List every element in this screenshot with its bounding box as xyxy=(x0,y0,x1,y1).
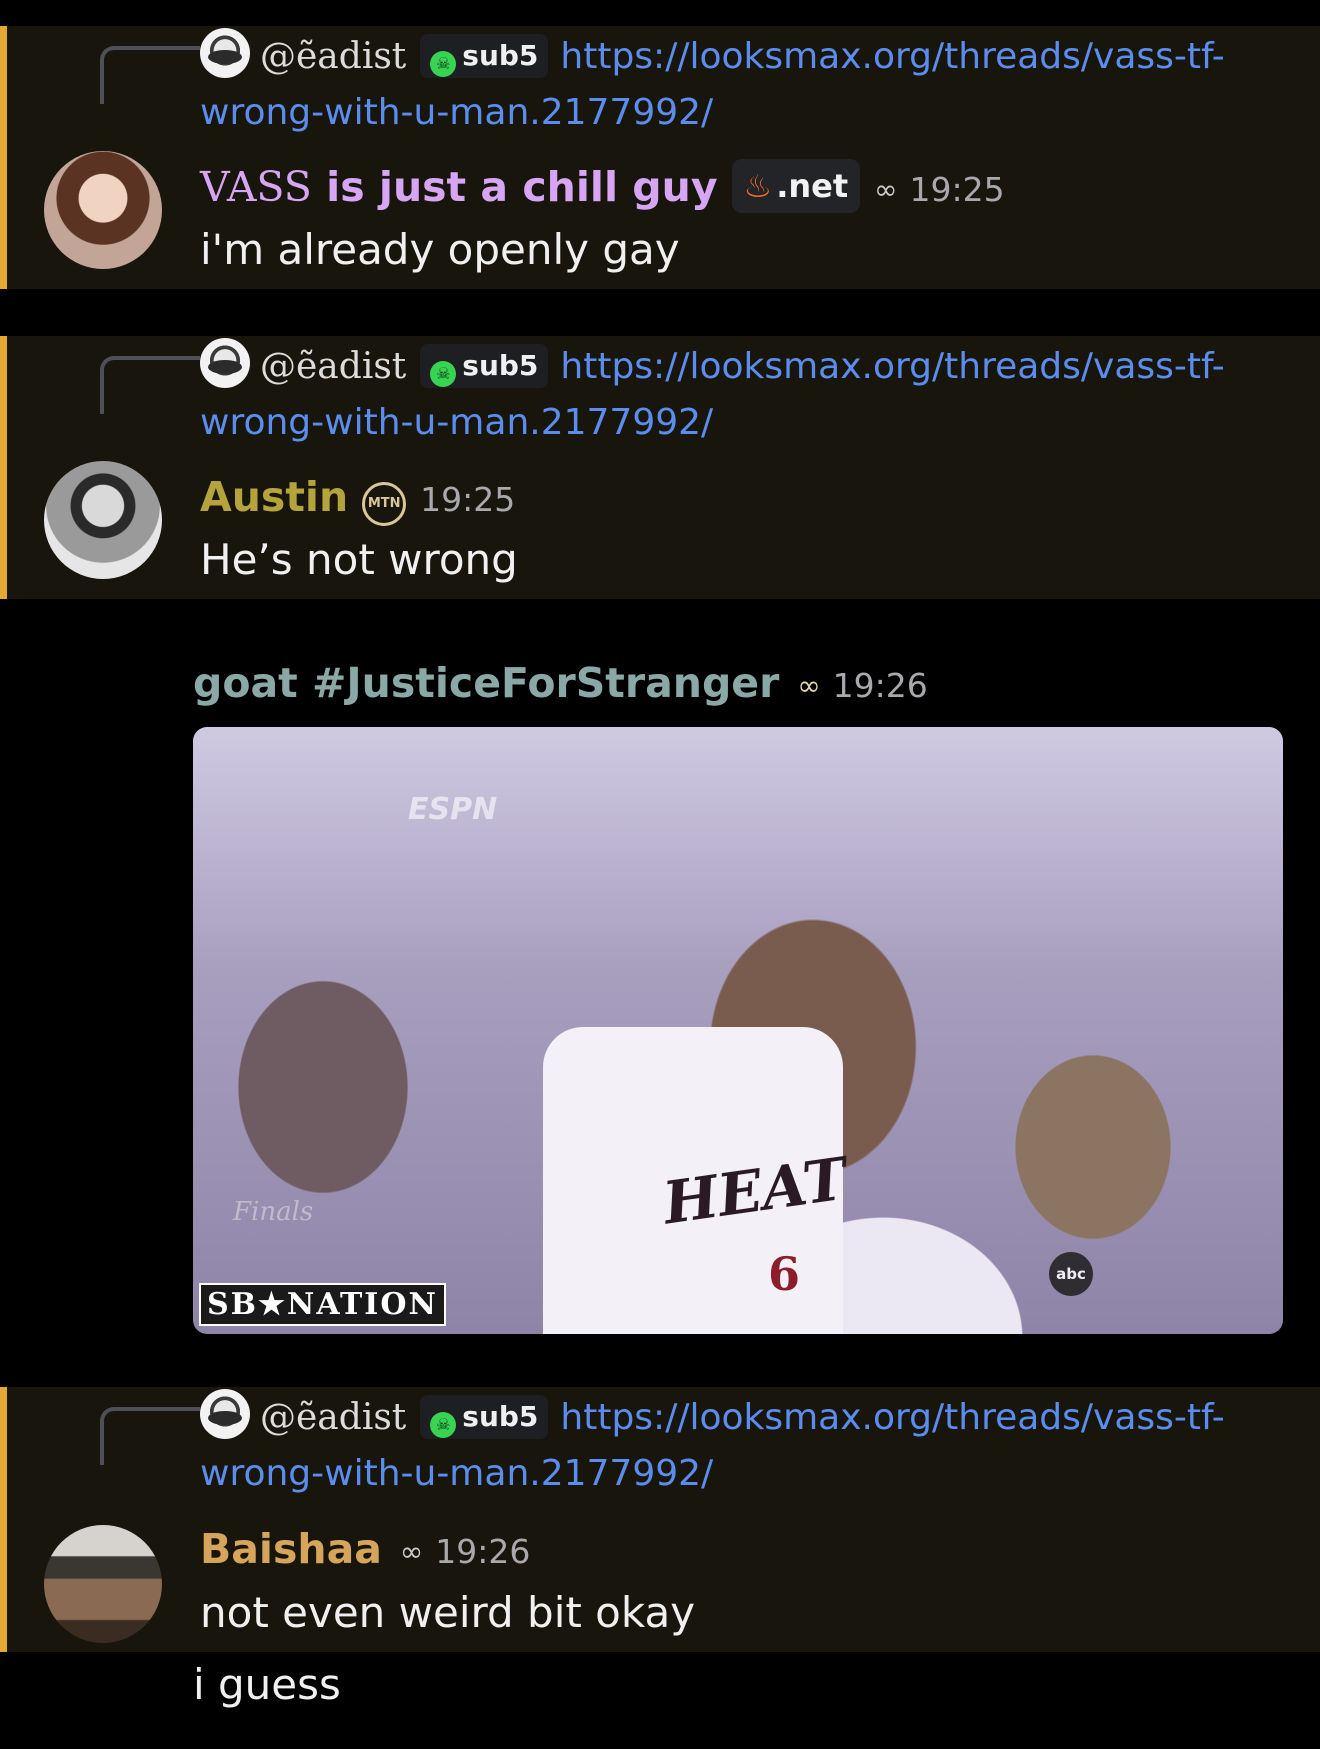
gif-attachment[interactable]: ESPN Finals HEAT 6 abc SB★NATION xyxy=(193,727,1283,1334)
abc-logo: abc xyxy=(1049,1252,1093,1296)
network-logo: ESPN xyxy=(408,792,498,827)
reply-handle[interactable]: @ẽadist xyxy=(260,1397,406,1438)
message-austin[interactable]: @ẽadist ☠ sub5 https://looksmax.org/threads… xyxy=(0,336,1320,599)
reply-avatar xyxy=(200,338,250,388)
flame-icon: ♨ xyxy=(743,167,773,205)
skull-icon: ☠ xyxy=(430,361,457,387)
reply-connector xyxy=(100,1407,200,1465)
reply-connector xyxy=(100,356,200,414)
finals-logo: Finals xyxy=(233,1197,314,1227)
reply-avatar xyxy=(200,1389,250,1439)
message-text: i'm already openly gay xyxy=(200,225,680,274)
message-header: Austin MTN 19:25 xyxy=(200,469,515,528)
timestamp: 19:25 xyxy=(420,480,516,519)
reply-preview[interactable]: @ẽadist ☠ sub5 https://looksmax.org/threads… xyxy=(200,1389,1260,1502)
reply-handle[interactable]: @ẽadist xyxy=(260,346,406,387)
chat-feed: @ẽadist ☠ sub5 https://looksmax.org/threads… xyxy=(0,0,1320,1749)
reply-preview[interactable]: @ẽadist ☠ sub5 https://looksmax.org/threads… xyxy=(200,28,1260,141)
mtn-badge: MTN xyxy=(362,482,407,526)
timestamp: 19:25 xyxy=(909,170,1005,209)
sub5-badge: ☠ sub5 xyxy=(420,34,549,78)
avatar[interactable] xyxy=(44,461,162,579)
sbnation-watermark: SB★NATION xyxy=(199,1283,446,1326)
message-text: He’s not wrong xyxy=(200,535,518,584)
avatar[interactable] xyxy=(44,151,162,269)
reply-connector xyxy=(100,46,200,104)
message-header: VASS is just a chill guy ♨ .net ∞ 19:25 xyxy=(200,159,1005,218)
message-header: goat #JusticeForStranger ∞ 19:26 xyxy=(193,655,928,714)
message-baishaa[interactable]: @ẽadist ☠ sub5 https://looksmax.org/threads… xyxy=(0,1387,1320,1652)
message-text-continued: i guess xyxy=(193,1660,341,1709)
timestamp: 19:26 xyxy=(435,1532,531,1571)
sub5-badge: ☠ sub5 xyxy=(420,344,549,388)
infinity-icon: ∞ xyxy=(874,173,898,206)
timestamp: 19:26 xyxy=(832,666,928,705)
net-badge: ♨ .net xyxy=(731,159,861,213)
username[interactable]: goat #JusticeForStranger xyxy=(193,659,779,707)
message-text: not even weird bit okay xyxy=(200,1588,696,1637)
message-vass[interactable]: @ẽadist ☠ sub5 https://looksmax.org/threads… xyxy=(0,26,1320,289)
username[interactable]: VASS is just a chill guy xyxy=(200,163,718,211)
jersey-number: 6 xyxy=(768,1247,801,1301)
username[interactable]: Baishaa xyxy=(200,1525,382,1573)
infinity-icon: ∞ xyxy=(797,669,821,702)
message-header: Baishaa ∞ 19:26 xyxy=(200,1521,530,1580)
sub5-badge: ☠ sub5 xyxy=(420,1395,549,1439)
skull-icon: ☠ xyxy=(430,51,457,77)
avatar[interactable] xyxy=(44,1525,162,1643)
username[interactable]: Austin xyxy=(200,473,348,521)
reply-preview[interactable]: @ẽadist ☠ sub5 https://looksmax.org/threads… xyxy=(200,338,1260,451)
reply-avatar xyxy=(200,28,250,78)
reply-handle[interactable]: @ẽadist xyxy=(260,36,406,77)
skull-icon: ☠ xyxy=(430,1412,457,1438)
infinity-icon: ∞ xyxy=(399,1535,424,1568)
